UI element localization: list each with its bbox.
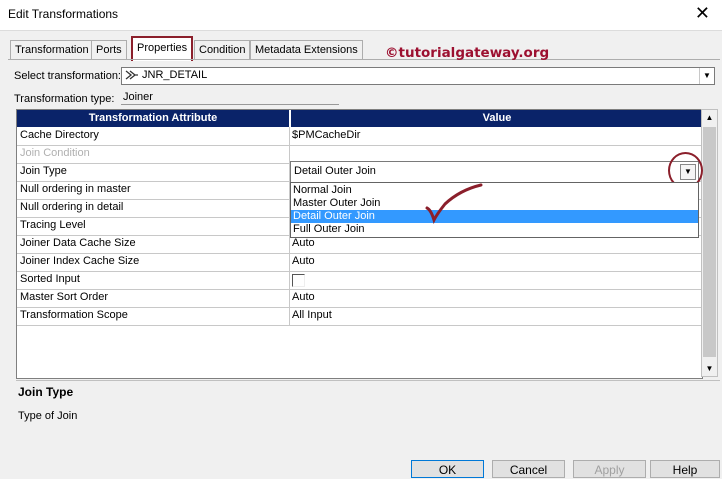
window-title: Edit Transformations	[8, 7, 119, 21]
tab-divider	[8, 59, 720, 60]
description-text: Type of Join	[18, 410, 78, 422]
description-pane: Join Type Type of Join	[16, 380, 720, 456]
title-bar: Edit Transformations ✕	[0, 0, 722, 30]
scroll-down-icon[interactable]: ▼	[702, 361, 717, 376]
dropdown-option-detail-outer-join[interactable]: Detail Outer Join	[291, 210, 698, 223]
attr-join-condition: Join Condition	[20, 147, 90, 159]
value-transformation-scope[interactable]: All Input	[292, 309, 332, 321]
join-type-dropdown-list[interactable]: Normal Join Master Outer Join Detail Out…	[290, 182, 699, 238]
value-joiner-data-cache-size[interactable]: Auto	[292, 237, 315, 249]
join-type-combobox[interactable]: Detail Outer Join ▼	[290, 161, 699, 183]
dropdown-option-normal-join[interactable]: Normal Join	[291, 184, 698, 197]
title-divider	[0, 30, 722, 31]
description-title: Join Type	[18, 385, 74, 399]
apply-button[interactable]: Apply	[573, 460, 646, 478]
cancel-button[interactable]: Cancel	[492, 460, 565, 478]
select-transformation-value: JNR_DETAIL	[142, 69, 208, 81]
attr-joiner-index-cache-size: Joiner Index Cache Size	[20, 255, 140, 267]
attr-cache-directory: Cache Directory	[20, 129, 99, 141]
attr-join-type: Join Type	[20, 165, 67, 177]
join-type-selected-value: Detail Outer Join	[294, 165, 376, 177]
attr-transformation-scope: Transformation Scope	[20, 309, 128, 321]
attr-sorted-input: Sorted Input	[20, 273, 80, 285]
attr-tracing-level: Tracing Level	[20, 219, 86, 231]
table-row[interactable]: Master Sort Order Auto	[17, 289, 702, 308]
attr-null-ordering-master: Null ordering in master	[20, 183, 131, 195]
attr-null-ordering-detail: Null ordering in detail	[20, 201, 124, 213]
tab-metadata-extensions[interactable]: Metadata Extensions	[250, 40, 363, 59]
table-row[interactable]: Transformation Scope All Input	[17, 307, 702, 326]
value-cache-directory[interactable]: $PMCacheDir	[292, 129, 360, 141]
transformation-type-label: Transformation type:	[14, 93, 115, 105]
attr-joiner-data-cache-size: Joiner Data Cache Size	[20, 237, 136, 249]
ok-button[interactable]: OK	[411, 460, 484, 478]
watermark: ©tutorialgateway.org	[385, 45, 550, 61]
scroll-up-icon[interactable]: ▲	[702, 110, 717, 125]
header-attribute: Transformation Attribute	[17, 110, 289, 127]
transformation-type-value: Joiner	[123, 91, 153, 103]
help-button[interactable]: Help	[650, 460, 720, 478]
sorted-input-checkbox[interactable]	[292, 274, 305, 287]
table-row[interactable]: Cache Directory $PMCacheDir	[17, 127, 702, 146]
header-value: Value	[290, 110, 702, 127]
tab-condition[interactable]: Condition	[194, 40, 251, 59]
tab-transformation[interactable]: Transformation	[10, 40, 94, 59]
close-icon[interactable]: ✕	[695, 3, 710, 24]
dropdown-option-master-outer-join[interactable]: Master Outer Join	[291, 197, 698, 210]
table-row[interactable]: Joiner Index Cache Size Auto	[17, 253, 702, 272]
chevron-down-icon[interactable]: ▼	[699, 68, 714, 84]
transformation-type-field: Joiner	[121, 90, 339, 105]
tab-properties[interactable]: Properties	[131, 36, 194, 61]
select-transformation-label: Select transformation:	[14, 70, 121, 82]
tab-ports[interactable]: Ports	[91, 40, 127, 59]
dropdown-option-full-outer-join[interactable]: Full Outer Join	[291, 223, 698, 236]
attr-master-sort-order: Master Sort Order	[20, 291, 109, 303]
checkmark-annotation-icon	[425, 182, 485, 227]
scroll-thumb[interactable]	[703, 127, 716, 357]
joiner-icon	[125, 69, 139, 84]
select-transformation-dropdown[interactable]: JNR_DETAIL ▼	[121, 67, 715, 85]
value-master-sort-order[interactable]: Auto	[292, 291, 315, 303]
table-row[interactable]: Sorted Input	[17, 271, 702, 290]
value-joiner-index-cache-size[interactable]: Auto	[292, 255, 315, 267]
grid-scrollbar[interactable]: ▲ ▼	[701, 109, 718, 377]
properties-grid: Transformation Attribute Value Cache Dir…	[16, 109, 703, 379]
